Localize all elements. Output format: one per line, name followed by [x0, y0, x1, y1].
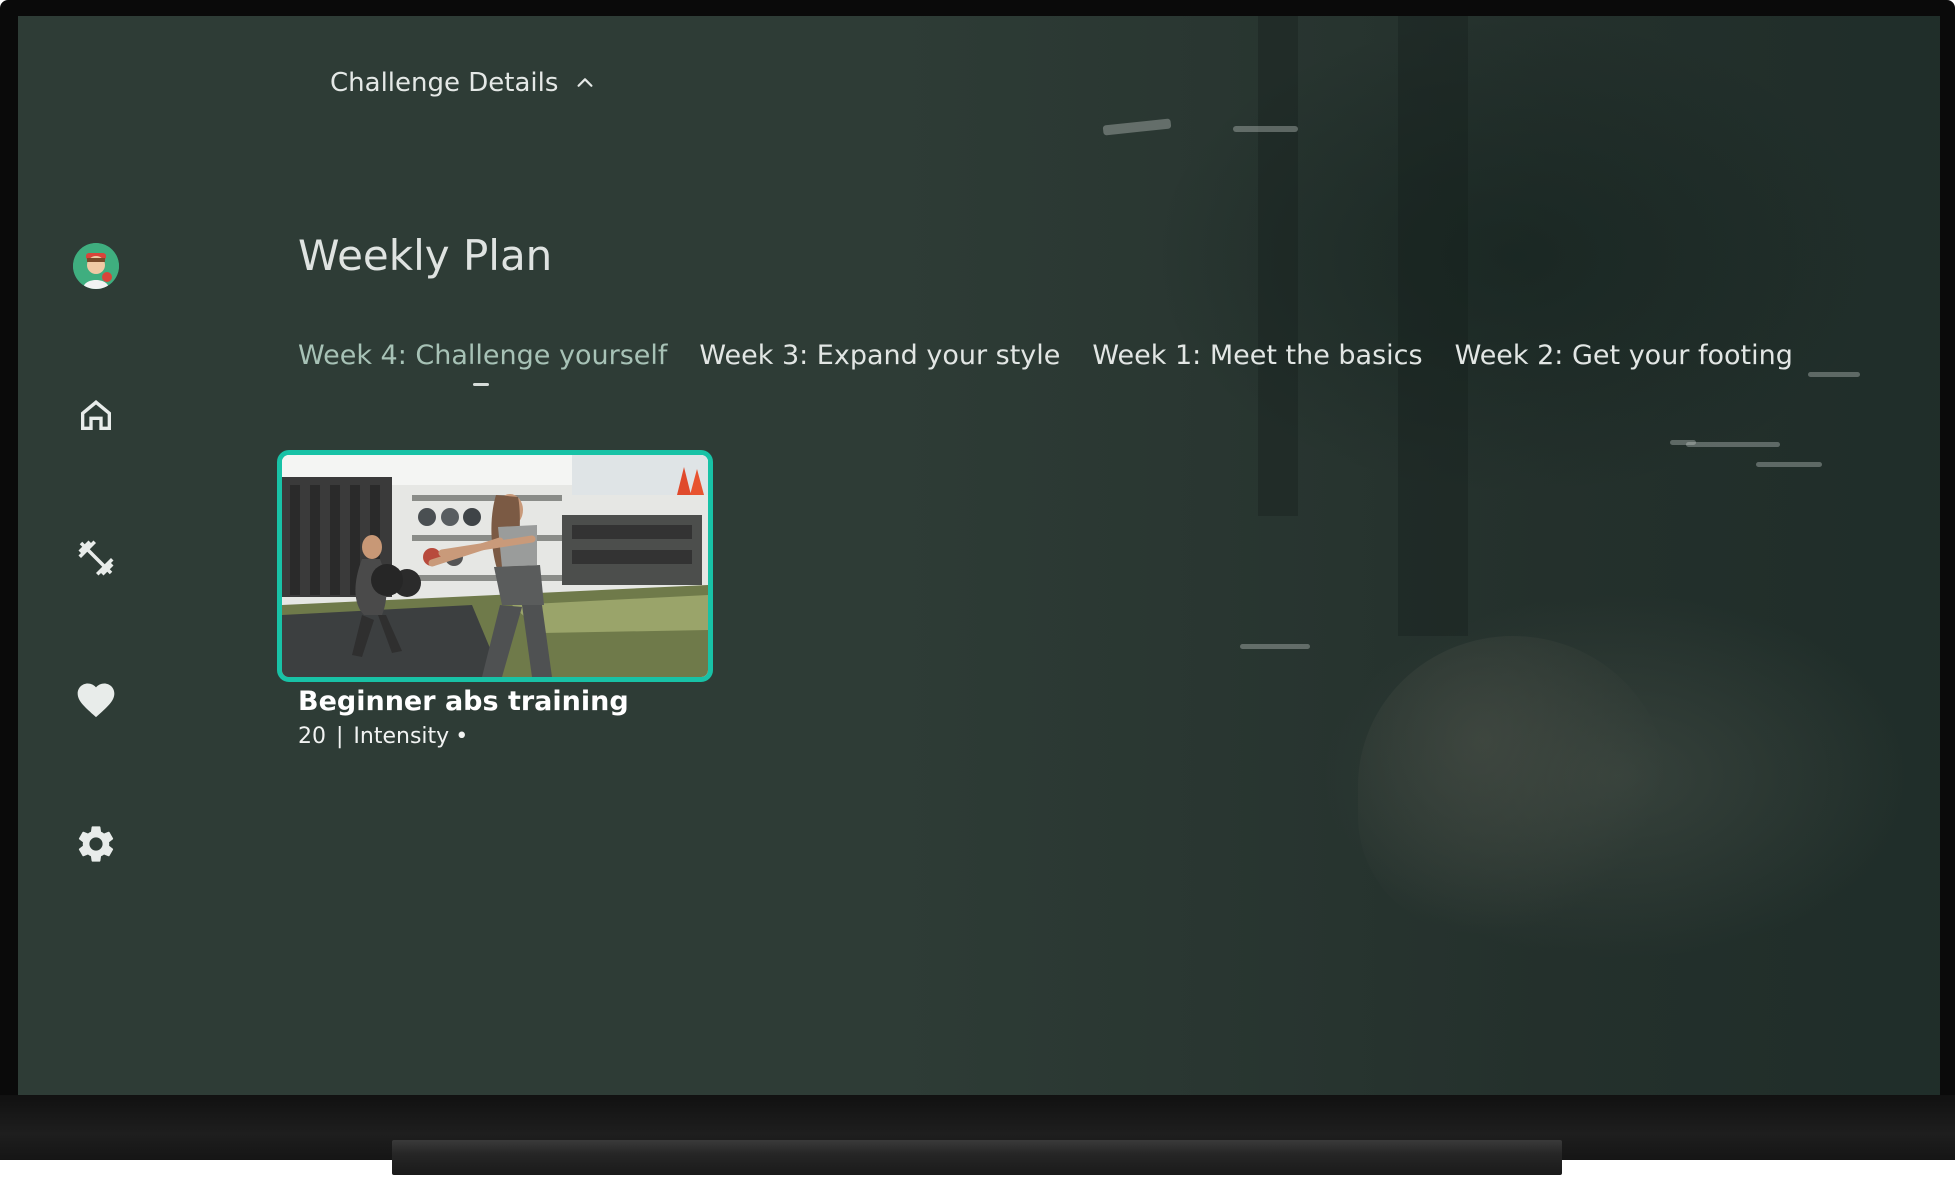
gear-icon — [78, 826, 114, 862]
background-pillar — [1258, 16, 1298, 516]
background-light — [1240, 644, 1310, 649]
home-icon — [81, 400, 111, 430]
workout-title: Beginner abs training — [298, 686, 629, 717]
page-title: Weekly Plan — [298, 231, 553, 280]
sidebar-item-home[interactable] — [70, 389, 122, 441]
background-light — [1233, 126, 1298, 132]
background-light — [1686, 442, 1780, 447]
workout-meta: 20 | Intensity • — [298, 724, 468, 749]
meta-separator: | — [336, 724, 344, 749]
background-pillar — [1398, 16, 1468, 636]
tab-week-1[interactable]: Week 1: Meet the basics — [1076, 336, 1438, 376]
tv-stand — [392, 1140, 1562, 1175]
tab-week-4[interactable]: Week 4: Challenge yourself — [298, 336, 683, 386]
workout-intensity-label: Intensity — [353, 724, 450, 749]
challenge-details-label: Challenge Details — [330, 68, 559, 98]
workout-duration: 20 — [298, 724, 326, 749]
week-tabs: Week 4: Challenge yourself Week 3: Expan… — [298, 336, 1809, 386]
background-light — [1808, 372, 1860, 377]
chevron-up-icon — [577, 78, 593, 87]
dumbbell-icon — [78, 540, 114, 576]
avatar-icon — [73, 243, 119, 289]
workout-card[interactable] — [277, 450, 713, 682]
sidebar-item-favorites[interactable] — [70, 674, 122, 726]
heart-icon — [77, 683, 115, 718]
tv-screen: Challenge Details Weekly Plan Week 4: Ch… — [18, 16, 1940, 1095]
sidebar-item-workouts[interactable] — [70, 532, 122, 584]
sidebar-item-settings[interactable] — [70, 818, 122, 870]
background-light — [1756, 462, 1822, 467]
intensity-dot: • — [455, 724, 469, 749]
challenge-details-menu[interactable]: Challenge Details — [330, 68, 596, 98]
tab-week-2[interactable]: Week 2: Get your footing — [1439, 336, 1809, 376]
background-figure — [1358, 636, 1668, 936]
profile-avatar[interactable] — [70, 240, 122, 292]
tab-week-3[interactable]: Week 3: Expand your style — [683, 336, 1076, 376]
workout-thumbnail — [282, 455, 708, 677]
